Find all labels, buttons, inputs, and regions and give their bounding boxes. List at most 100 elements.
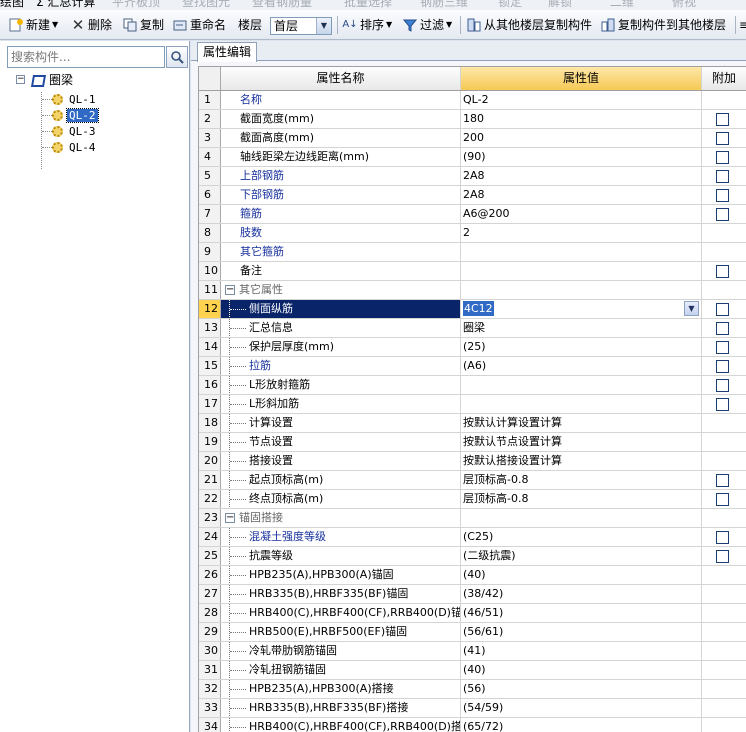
table-row[interactable]: 13 汇总信息 圈梁 (199, 319, 746, 338)
property-value[interactable]: (56/61) (461, 623, 702, 641)
new-button[interactable]: 新建 ▼ (8, 16, 58, 34)
table-row[interactable]: 30 冷轧带肋钢筋锚固 (41) (199, 642, 746, 661)
property-value[interactable]: 层顶标高-0.8 (461, 471, 702, 489)
table-row[interactable]: 16 L形放射箍筋 (199, 376, 746, 395)
toolbar-overflow[interactable]: ≡ (739, 16, 746, 34)
property-value[interactable]: A6@200 (461, 205, 702, 223)
table-row[interactable]: 15 拉筋 (A6) (199, 357, 746, 376)
property-value[interactable] (461, 262, 702, 280)
attach-checkbox[interactable] (716, 208, 729, 221)
header-value[interactable]: 属性值 (461, 67, 702, 90)
table-row[interactable]: 6 下部钢筋 2A8 (199, 186, 746, 205)
property-value[interactable]: (25) (461, 338, 702, 356)
table-row[interactable]: 5 上部钢筋 2A8 (199, 167, 746, 186)
header-add[interactable]: 附加 (702, 67, 746, 90)
table-row[interactable]: 11− 其它属性 (199, 281, 746, 300)
filter-button[interactable]: 过滤 ▼ (402, 16, 452, 34)
table-row[interactable]: 2 截面宽度(mm) 180 (199, 110, 746, 129)
draw-menu-fragment[interactable]: 绘图 (0, 0, 24, 9)
property-value[interactable]: 2 (461, 224, 702, 242)
attach-checkbox[interactable] (716, 151, 729, 164)
attach-checkbox[interactable] (716, 113, 729, 126)
table-row[interactable]: 28 HRB400(C),HRBF400(CF),RRB400(D)锚 (46/51… (199, 604, 746, 623)
copy-button[interactable]: 复制 (122, 16, 164, 34)
copy-from-floor-button[interactable]: 从其他楼层复制构件 (466, 16, 592, 34)
tree-item-ql1[interactable]: QL-1 (52, 91, 98, 107)
attach-checkbox[interactable] (716, 265, 729, 278)
property-value[interactable]: 按默认搭接设置计算 (461, 452, 702, 470)
property-value[interactable] (461, 376, 702, 394)
attach-checkbox[interactable] (716, 531, 729, 544)
attach-checkbox[interactable] (716, 379, 729, 392)
collapse-icon[interactable]: − (225, 285, 235, 295)
attach-checkbox[interactable] (716, 398, 729, 411)
2d-view-select[interactable]: 二维 (610, 0, 634, 9)
property-value[interactable] (461, 281, 702, 299)
property-value[interactable]: (二级抗震) (461, 547, 702, 565)
property-value[interactable]: 180 (461, 110, 702, 128)
table-row[interactable]: 1 名称 QL-2 (199, 91, 746, 110)
table-row[interactable]: 27 HRB335(B),HRBF335(BF)锚固 (38/42) (199, 585, 746, 604)
table-row[interactable]: 7 箍筋 A6@200 (199, 205, 746, 224)
property-value[interactable]: (65/72) (461, 718, 702, 732)
copy-to-floor-button[interactable]: 复制构件到其他楼层 (600, 16, 726, 34)
property-value[interactable]: QL-2 (461, 91, 702, 109)
table-row[interactable]: 33 HRB335(B),HRBF335(BF)搭接 (54/59) (199, 699, 746, 718)
tree-root-ring-beam[interactable]: 圈梁 (30, 72, 73, 88)
property-value[interactable]: (54/59) (461, 699, 702, 717)
floor-select[interactable]: 首层 ▼ (270, 17, 332, 35)
attach-checkbox[interactable] (716, 474, 729, 487)
property-value[interactable] (461, 395, 702, 413)
table-row[interactable]: 32 HPB235(A),HPB300(A)搭接 (56) (199, 680, 746, 699)
property-value[interactable]: 4C12 ▼ (461, 300, 702, 318)
table-row[interactable]: 21 起点顶标高(m) 层顶标高-0.8 (199, 471, 746, 490)
table-row[interactable]: 26 HPB235(A),HPB300(A)锚固 (40) (199, 566, 746, 585)
attach-checkbox[interactable] (716, 341, 729, 354)
collapse-icon[interactable]: − (16, 75, 25, 84)
property-value[interactable]: (A6) (461, 357, 702, 375)
property-value[interactable]: 2A8 (461, 167, 702, 185)
attach-checkbox[interactable] (716, 303, 729, 316)
tab-property-edit[interactable]: 属性编辑 (197, 42, 257, 62)
table-row[interactable]: 14 保护层厚度(mm) (25) (199, 338, 746, 357)
property-value[interactable]: (41) (461, 642, 702, 660)
attach-checkbox[interactable] (716, 322, 729, 335)
search-button[interactable] (166, 46, 188, 68)
table-row[interactable]: 3 截面高度(mm) 200 (199, 129, 746, 148)
property-value[interactable]: (40) (461, 566, 702, 584)
table-row[interactable]: 31 冷轧扭钢筋锚固 (40) (199, 661, 746, 680)
table-row[interactable]: 23− 锚固搭接 (199, 509, 746, 528)
property-value[interactable] (461, 509, 702, 527)
tree-item-ql3[interactable]: QL-3 (52, 123, 98, 139)
chevron-down-icon[interactable]: ▼ (684, 301, 699, 316)
property-value[interactable]: 200 (461, 129, 702, 147)
property-value[interactable]: 2A8 (461, 186, 702, 204)
unlock-button[interactable]: 解锁 (548, 0, 572, 9)
table-row[interactable]: 34 HRB400(C),HRBF400(CF),RRB400(D)搭 (65/72… (199, 718, 746, 732)
property-value[interactable]: (90) (461, 148, 702, 166)
attach-checkbox[interactable] (716, 493, 729, 506)
property-value[interactable]: (38/42) (461, 585, 702, 603)
batch-select-button[interactable]: 批量选择 (344, 0, 392, 9)
view-rebar-qty-button[interactable]: 查看钢筋量 (252, 0, 312, 9)
table-row[interactable]: 10 备注 (199, 262, 746, 281)
table-row[interactable]: 20 搭接设置 按默认搭接设置计算 (199, 452, 746, 471)
chevron-down-icon[interactable]: ▼ (316, 18, 331, 34)
collapse-icon[interactable]: − (225, 513, 235, 523)
attach-checkbox[interactable] (716, 170, 729, 183)
table-row[interactable]: 8 肢数 2 (199, 224, 746, 243)
delete-button[interactable]: ✕ 删除 (70, 16, 112, 34)
lock-button[interactable]: 锁定 (498, 0, 522, 9)
table-row[interactable]: 12 侧面纵筋 4C12 ▼ (199, 300, 746, 319)
rename-button[interactable]: 重命名 (172, 16, 226, 34)
property-value[interactable]: 按默认计算设置计算 (461, 414, 702, 432)
header-name[interactable]: 属性名称 (221, 67, 461, 90)
table-row[interactable]: 19 节点设置 按默认节点设置计算 (199, 433, 746, 452)
attach-checkbox[interactable] (716, 132, 729, 145)
search-input[interactable]: 搜索构件... (7, 46, 165, 68)
property-value[interactable]: 圈梁 (461, 319, 702, 337)
attach-checkbox[interactable] (716, 550, 729, 563)
property-value[interactable] (461, 243, 702, 261)
tree-item-ql4[interactable]: QL-4 (52, 139, 98, 155)
property-value[interactable]: 按默认节点设置计算 (461, 433, 702, 451)
